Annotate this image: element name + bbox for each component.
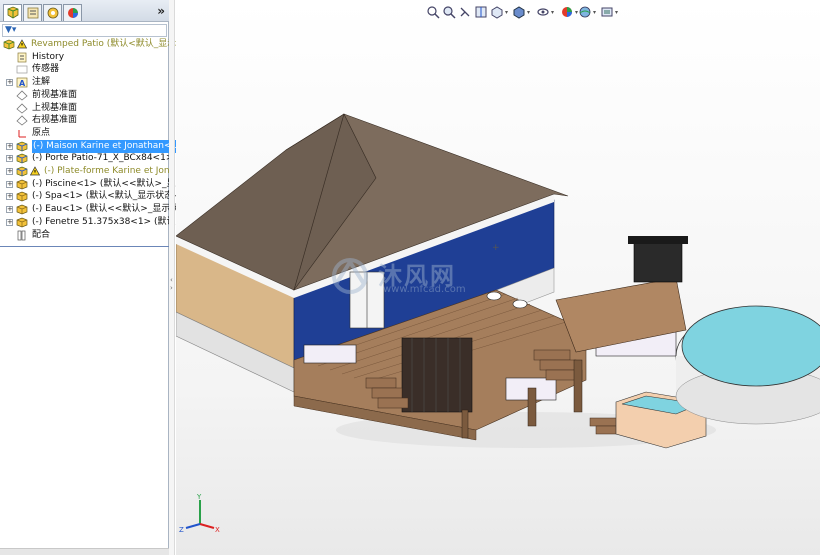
tree-item-label: (-) Maison Karine et Jonathan<1 <box>32 139 179 153</box>
tree-item-label: (-) Fenetre 51.375x38<1> (默认< <box>32 216 184 227</box>
panel-tabs: » <box>0 0 169 22</box>
triad-y-label: Y <box>196 493 202 501</box>
mates-icon <box>16 230 28 241</box>
pool-model[interactable] <box>675 305 820 425</box>
origin-icon <box>16 128 28 139</box>
tree-item-label: 传感器 <box>32 64 60 75</box>
tree-item-label: History <box>32 51 65 62</box>
panel-status-strip <box>0 548 169 555</box>
pool-water <box>681 305 820 387</box>
tree-item-label: 原点 <box>32 127 51 138</box>
collapse-panel-button[interactable]: » <box>157 4 165 18</box>
tree-item[interactable]: 原点 <box>0 127 169 140</box>
funnel-icon[interactable]: ▼▾ <box>5 25 16 35</box>
tab-feature-manager[interactable] <box>3 4 22 21</box>
part-icon <box>16 204 28 215</box>
history-icon <box>16 52 28 63</box>
splitter-handle-icon[interactable]: ‹ › <box>170 276 174 292</box>
tree-item-label: Revamped Patio (默认<默认_显示 <box>31 39 177 49</box>
tree-item[interactable]: + (-) Piscine<1> (默认<<默认>_显示 <box>0 178 185 191</box>
reference-triad[interactable]: Y X Z <box>176 490 226 540</box>
chair <box>512 299 528 309</box>
tab-configuration-manager[interactable] <box>43 4 62 21</box>
subassembly-icon <box>16 166 28 177</box>
panel-splitter[interactable]: ‹ › <box>169 0 175 555</box>
warning-icon <box>16 39 28 49</box>
tree-item-label: 右视基准面 <box>32 115 78 126</box>
tree-filter-bar[interactable]: ▼▾ <box>2 24 167 37</box>
expand-toggle-icon[interactable]: + <box>6 155 13 163</box>
tree-item[interactable]: 上视基准面 <box>0 102 169 115</box>
display-manager-icon <box>68 8 78 18</box>
part-icon <box>16 179 28 190</box>
pergola-top <box>628 236 688 244</box>
tree-item-label: (-) Plate-forme Karine et Jona <box>44 166 176 176</box>
tree-item[interactable]: 右视基准面 <box>0 114 169 127</box>
tab-display-manager[interactable] <box>63 4 82 21</box>
part-icon <box>16 217 28 228</box>
triad-z-label: Z <box>179 526 184 534</box>
subassembly-icon <box>16 141 28 152</box>
watermark: 沐风网 www.mfcad.com <box>326 254 506 298</box>
tree-item[interactable]: + (-) Spa<1> (默认<默认_显示状态- <box>0 190 177 203</box>
expand-toggle-icon[interactable]: + <box>6 142 13 150</box>
tree-item[interactable]: History <box>0 51 169 64</box>
plane-icon <box>16 90 28 101</box>
watermark-logo-icon <box>332 258 368 294</box>
annotation-icon: A <box>16 77 28 88</box>
tree-item[interactable]: 前视基准面 <box>0 89 169 102</box>
expand-toggle-icon[interactable]: + <box>6 180 13 188</box>
rotation-center-icon: + <box>492 243 500 253</box>
plane-icon <box>16 102 28 114</box>
configuration-icon <box>47 7 59 19</box>
tree-item[interactable]: + (-) Eau<1> (默认<<默认>_显示状 <box>0 203 179 216</box>
tree-item[interactable]: + (-) Plate-forme Karine et Jona <box>0 165 175 178</box>
triad-x-label: X <box>215 526 220 534</box>
tree-item-label: (-) Piscine<1> (默认<<默认>_显示 <box>32 178 185 189</box>
plane-icon <box>16 115 28 126</box>
tree-item-label: 前视基准面 <box>32 89 78 100</box>
tree-item[interactable]: + A 注解 <box>0 76 169 89</box>
tree-item[interactable]: + (-) Fenetre 51.375x38<1> (默认< <box>0 216 183 229</box>
tree-item-label: 配合 <box>32 229 51 240</box>
pergola <box>633 241 683 283</box>
expand-toggle-icon[interactable]: + <box>6 79 13 87</box>
property-icon <box>27 7 39 19</box>
tree-item[interactable]: 传感器 <box>0 63 169 76</box>
tree-item[interactable]: + (-) Porte Patio-71_X_BCx84<1> ( <box>0 152 180 165</box>
tree-item[interactable]: 配合 <box>0 229 169 242</box>
feature-manager-panel: » ▼▾ -Revamped Patio (默认<默认_显示History 传感器… <box>0 0 185 555</box>
tree-item-label: 注解 <box>32 77 51 88</box>
watermark-url: www.mfcad.com <box>383 284 466 295</box>
expand-toggle-icon[interactable]: + <box>6 218 13 226</box>
tree-item[interactable]: -Revamped Patio (默认<默认_显示 <box>0 38 176 51</box>
privacy-screen <box>401 337 473 413</box>
feature-tree-icon <box>7 6 19 19</box>
tree-item-label: (-) Porte Patio-71_X_BCx84<1> ( <box>32 153 180 164</box>
tree-item-label: (-) Eau<1> (默认<<默认>_显示状 <box>32 204 180 215</box>
expand-toggle-icon[interactable]: + <box>6 168 13 175</box>
assembly-icon <box>3 39 15 50</box>
part-icon <box>16 191 28 202</box>
triad-z-axis <box>185 523 201 529</box>
triad-x-axis <box>199 523 215 529</box>
tree-item-label: (-) Spa<1> (默认<默认_显示状态- <box>32 191 177 202</box>
subassembly-icon <box>16 153 28 164</box>
warning-icon <box>29 166 41 176</box>
tree-item[interactable]: + (-) Maison Karine et Jonathan<1 <box>0 139 179 153</box>
tab-property-manager[interactable] <box>23 4 42 21</box>
expand-toggle-icon[interactable]: + <box>6 206 13 214</box>
tree-item-label: 上视基准面 <box>32 102 78 113</box>
railing-panel <box>303 344 357 364</box>
expand-toggle-icon[interactable]: + <box>6 193 13 201</box>
svg-text:A: A <box>19 79 26 88</box>
sensor-icon <box>16 64 28 75</box>
tree-divider <box>0 246 169 247</box>
graphics-viewport[interactable]: ▾ ▾ ▾ ▾ ▾ ▾ + 沐风网 www.mfcad.com Y X Z <box>176 0 820 555</box>
